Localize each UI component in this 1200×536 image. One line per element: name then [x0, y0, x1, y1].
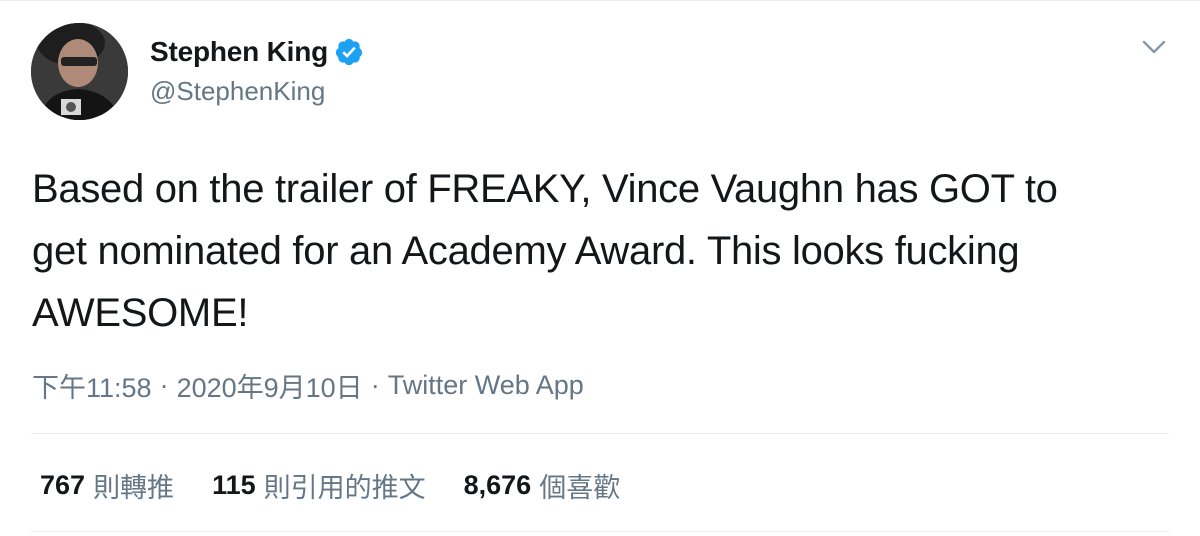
- quotes-stat[interactable]: 115 則引用的推文: [212, 466, 426, 505]
- tweet-date[interactable]: 2020年9月10日: [177, 366, 363, 405]
- divider: [31, 433, 1169, 434]
- likes-label: 個喜歡: [539, 473, 621, 503]
- user-handle[interactable]: @StephenKing: [150, 76, 364, 107]
- quotes-count: 115: [212, 470, 256, 500]
- meta-separator: ·: [159, 370, 169, 400]
- display-name-row: Stephen King: [150, 34, 364, 70]
- verified-badge-icon: [334, 37, 364, 67]
- tweet-time[interactable]: 下午11:58: [32, 366, 152, 405]
- quotes-label: 則引用的推文: [263, 473, 426, 503]
- likes-stat[interactable]: 8,676 個喜歡: [464, 466, 621, 505]
- chevron-down-icon[interactable]: [1140, 36, 1168, 58]
- retweets-stat[interactable]: 767 則轉推: [40, 466, 174, 505]
- user-info: Stephen King @StephenKing: [150, 34, 364, 107]
- retweets-count: 767: [40, 470, 86, 500]
- tweet-text: Based on the trailer of FREAKY, Vince Va…: [32, 167, 1058, 335]
- likes-count: 8,676: [463, 470, 532, 500]
- avatar-image: [31, 23, 128, 120]
- tweet-source[interactable]: Twitter Web App: [388, 370, 584, 401]
- tweet-stats: 767 則轉推 115 則引用的推文 8,676 個喜歡: [40, 466, 658, 505]
- tweet-card: Stephen King @StephenKing Based on the t…: [0, 0, 1200, 536]
- divider: [31, 531, 1169, 532]
- retweets-label: 則轉推: [93, 473, 175, 503]
- display-name[interactable]: Stephen King: [150, 36, 328, 68]
- meta-separator: ·: [370, 370, 380, 400]
- tweet-meta: 下午11:58 · 2020年9月10日 · Twitter Web App: [32, 366, 584, 405]
- avatar[interactable]: [31, 23, 128, 120]
